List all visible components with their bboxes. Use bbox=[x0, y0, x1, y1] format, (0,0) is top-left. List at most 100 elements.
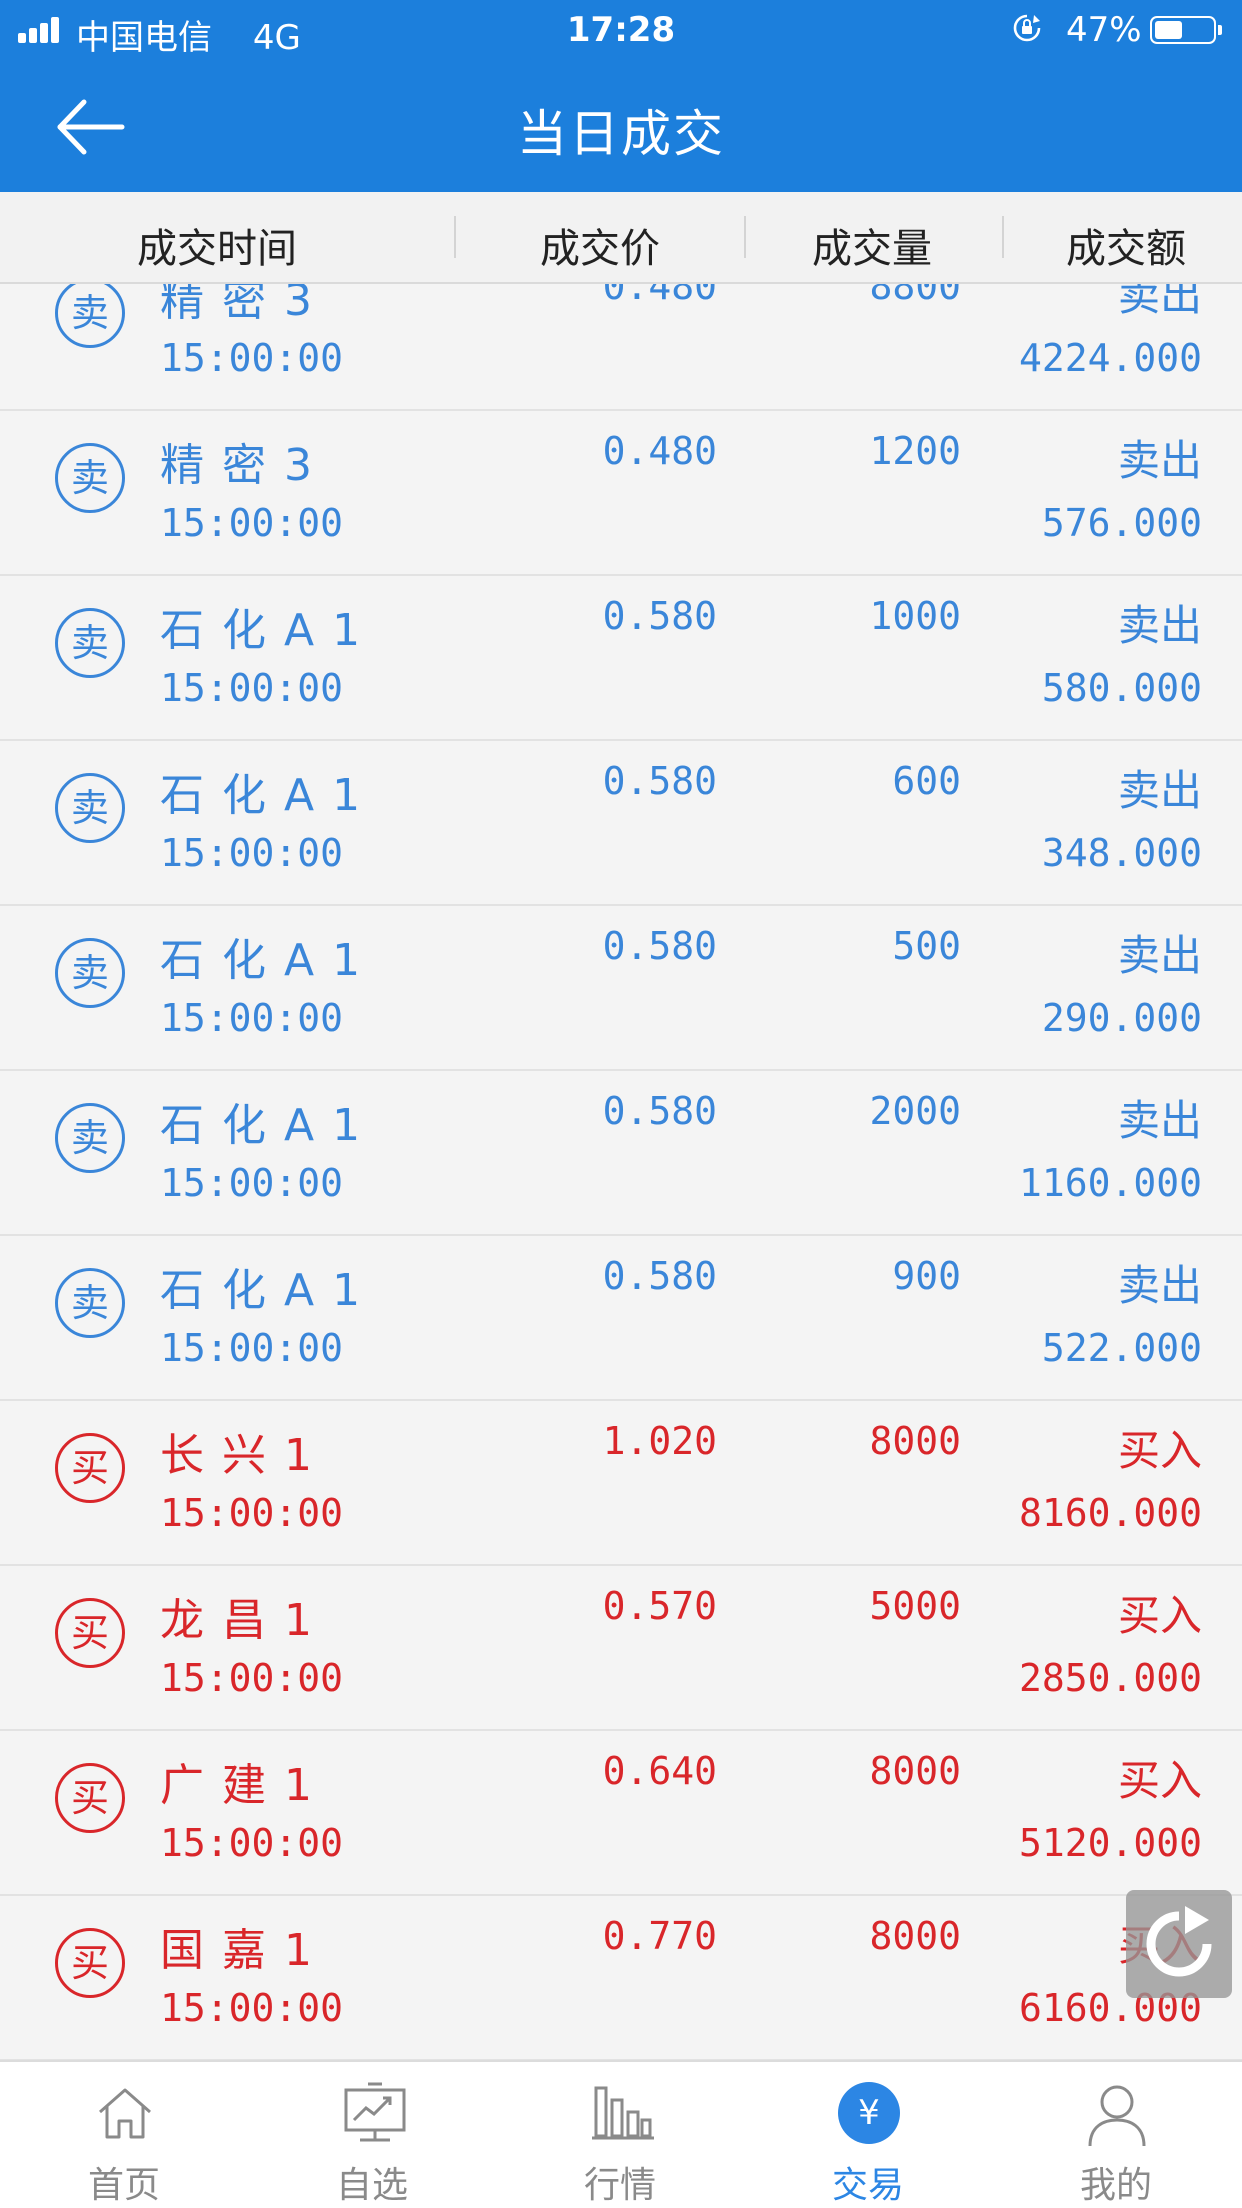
tab-profile-label: 我的 bbox=[1079, 2165, 1152, 2206]
status-time: 17:28 bbox=[566, 10, 676, 50]
trade-row[interactable]: 买龙昌1 15:00:00 0.570 5000 买入 2850.000 bbox=[0, 1566, 1242, 1731]
trade-yen-icon: ¥ bbox=[838, 2082, 900, 2144]
trade-volume: 900 bbox=[892, 1254, 961, 1298]
column-header: 成交时间 成交价 成交量 成交额 bbox=[0, 192, 1242, 284]
trade-side: 买入 bbox=[1117, 1591, 1202, 1640]
trade-type-badge: 买 bbox=[55, 1433, 125, 1503]
trade-type-badge: 卖 bbox=[55, 284, 125, 348]
page-title: 当日成交 bbox=[517, 105, 725, 163]
stock-name: 石化A1 bbox=[160, 770, 379, 821]
tab-market-label: 行情 bbox=[583, 2165, 656, 2206]
tab-bar: 首页 自选 行情 ¥ 交易 我的 bbox=[0, 2060, 1242, 2208]
trade-row[interactable]: 买国嘉115:00:000.7708000买入6160.000 bbox=[0, 1896, 1242, 2060]
stock-name: 龙昌1 bbox=[160, 1595, 330, 1646]
trade-side: 卖出 bbox=[1117, 931, 1202, 980]
rotation-lock-icon bbox=[1013, 14, 1041, 42]
trade-time: 15:00:00 bbox=[160, 336, 344, 380]
trade-time: 15:00:00 bbox=[160, 996, 344, 1040]
nav-bar: 当日成交 bbox=[0, 62, 1242, 192]
trade-row[interactable]: 卖石化A1 15:00:00 0.580 2000 卖出 1160.000 bbox=[0, 1071, 1242, 1236]
trade-volume: 500 bbox=[892, 924, 961, 968]
trade-side: 卖出 bbox=[1117, 436, 1202, 485]
watchlist-icon bbox=[344, 2082, 406, 2142]
trade-side: 买入 bbox=[1117, 1756, 1202, 1805]
column-header-price: 成交价 bbox=[540, 226, 660, 272]
stock-name: 石化A1 bbox=[160, 605, 379, 656]
trade-amount: 348.000 bbox=[1041, 831, 1202, 875]
trade-type-badge: 买 bbox=[55, 1763, 125, 1833]
trade-list[interactable]: 卖精密3 15:00:00 0.480 8800 卖出 4224.000 卖精密3 15:00… bbox=[0, 284, 1242, 2060]
trade-time: 15:00:00 bbox=[160, 501, 344, 545]
trade-amount: 580.000 bbox=[1041, 666, 1202, 710]
top-bar: 中国电信 4G 17:28 47% 当日成交 bbox=[0, 0, 1242, 192]
trade-type-badge: 卖 bbox=[55, 1103, 125, 1173]
trade-row[interactable]: 卖精密3 15:00:00 0.480 8800 卖出 4224.000 bbox=[0, 284, 1242, 411]
trade-row[interactable]: 买广建1 15:00:00 0.640 8000 买入 5120.000 bbox=[0, 1731, 1242, 1896]
trade-time: 15:00:00 bbox=[160, 1326, 344, 1370]
profile-icon bbox=[1088, 2085, 1146, 2147]
tab-watchlist[interactable]: 自选 bbox=[248, 2062, 496, 2208]
stock-name: 精密3 bbox=[160, 284, 330, 326]
trade-type-badge: 卖 bbox=[55, 1268, 125, 1338]
stock-name: 长兴1 bbox=[160, 1430, 330, 1481]
tab-trade-label: 交易 bbox=[831, 2165, 904, 2206]
trade-volume: 8800 bbox=[869, 284, 961, 308]
tab-market[interactable]: 行情 bbox=[496, 2062, 744, 2208]
trade-price: 0.480 bbox=[602, 429, 717, 473]
trade-side: 买入 bbox=[1117, 1426, 1202, 1475]
trade-price: 0.580 bbox=[602, 594, 717, 638]
trade-volume: 8000 bbox=[869, 1749, 961, 1793]
refresh-icon bbox=[1146, 1906, 1212, 1977]
trade-time: 15:00:00 bbox=[160, 1986, 344, 2030]
battery-icon bbox=[1150, 16, 1222, 44]
trade-row[interactable]: 卖石化A1 15:00:00 0.580 1000 卖出 580.000 bbox=[0, 576, 1242, 741]
trade-amount: 1160.000 bbox=[1018, 1161, 1202, 1205]
trade-row[interactable]: 卖石化A1 15:00:00 0.580 900 卖出 522.000 bbox=[0, 1236, 1242, 1401]
trade-amount: 290.000 bbox=[1041, 996, 1202, 1040]
trade-volume: 600 bbox=[892, 759, 961, 803]
trade-type-badge: 卖 bbox=[55, 443, 125, 513]
trade-volume: 1200 bbox=[869, 429, 961, 473]
trade-volume: 5000 bbox=[869, 1584, 961, 1628]
battery-level-fill bbox=[1155, 21, 1182, 39]
stock-name: 广建1 bbox=[160, 1760, 330, 1811]
trade-side: 卖出 bbox=[1117, 1261, 1202, 1310]
stock-name: 国嘉1 bbox=[160, 1925, 330, 1976]
trade-row[interactable]: 卖精密3 15:00:00 0.480 1200 卖出 576.000 bbox=[0, 411, 1242, 576]
trade-type-badge: 买 bbox=[55, 1598, 125, 1668]
market-icon bbox=[592, 2086, 654, 2140]
trade-row[interactable]: 买长兴1 15:00:00 1.020 8000 买入 8160.000 bbox=[0, 1401, 1242, 1566]
trade-time: 15:00:00 bbox=[160, 831, 344, 875]
trade-volume: 1000 bbox=[869, 594, 961, 638]
stock-name: 石化A1 bbox=[160, 1265, 379, 1316]
trade-row[interactable]: 卖石化A1 15:00:00 0.580 600 卖出 348.000 bbox=[0, 741, 1242, 906]
trade-volume: 2000 bbox=[869, 1089, 961, 1133]
trade-side: 卖出 bbox=[1117, 284, 1202, 320]
status-bar: 中国电信 4G 17:28 47% bbox=[0, 0, 1242, 62]
trade-row[interactable]: 卖石化A1 15:00:00 0.580 500 卖出 290.000 bbox=[0, 906, 1242, 1071]
tab-profile[interactable]: 我的 bbox=[992, 2062, 1240, 2208]
tab-watchlist-label: 自选 bbox=[335, 2165, 408, 2206]
tab-trade[interactable]: ¥ 交易 bbox=[744, 2062, 992, 2208]
tab-home[interactable]: 首页 bbox=[0, 2062, 248, 2208]
trade-price: 0.480 bbox=[602, 284, 717, 308]
trade-price: 0.580 bbox=[602, 759, 717, 803]
trade-amount: 2850.000 bbox=[1018, 1656, 1202, 1700]
trade-price: 0.770 bbox=[602, 1914, 717, 1958]
trade-volume: 8000 bbox=[869, 1914, 961, 1958]
stock-name: 精密3 bbox=[160, 440, 330, 491]
stock-name: 石化A1 bbox=[160, 1100, 379, 1151]
refresh-button[interactable] bbox=[1126, 1890, 1232, 1998]
trade-side: 卖出 bbox=[1117, 766, 1202, 815]
trade-amount: 522.000 bbox=[1041, 1326, 1202, 1370]
trade-time: 15:00:00 bbox=[160, 1821, 344, 1865]
trade-amount: 5120.000 bbox=[1018, 1821, 1202, 1865]
trade-time: 15:00:00 bbox=[160, 1161, 344, 1205]
trade-price: 0.570 bbox=[602, 1584, 717, 1628]
trade-price: 0.580 bbox=[602, 1089, 717, 1133]
trade-side: 卖出 bbox=[1117, 1096, 1202, 1145]
trade-time: 15:00:00 bbox=[160, 1656, 344, 1700]
trade-amount: 4224.000 bbox=[1018, 336, 1202, 380]
trade-amount: 576.000 bbox=[1041, 501, 1202, 545]
trade-amount: 8160.000 bbox=[1018, 1491, 1202, 1535]
